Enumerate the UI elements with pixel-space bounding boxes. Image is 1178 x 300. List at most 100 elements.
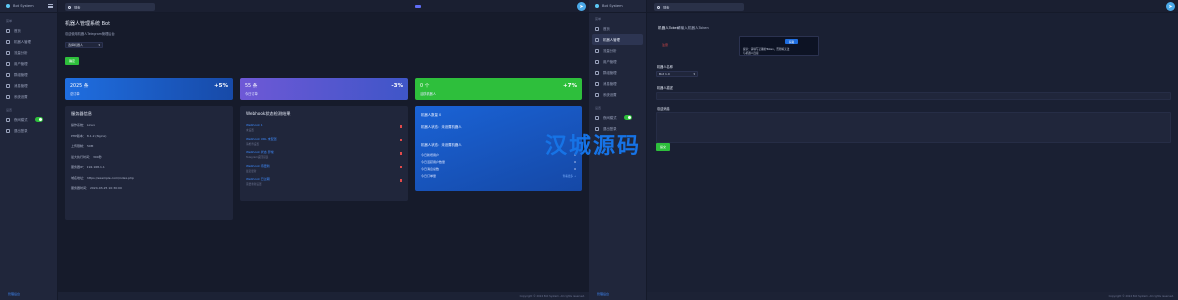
list-item[interactable]: Webhook 待更新 最近更新 <box>246 164 402 178</box>
home-icon <box>595 26 599 31</box>
brand-name: Bot System <box>602 4 623 8</box>
info-row: PHP版本： 8.1.2 (Nginx) <box>71 133 107 138</box>
page-subtitle: 欢迎使用机器人Telegram管理后台 <box>65 32 115 36</box>
telegram-icon[interactable]: ➤ <box>577 2 586 11</box>
stat-card-bots: 0 个 活跃机器人 +7% <box>415 78 582 100</box>
sidebar-item-messages[interactable]: 消息管理 <box>0 80 57 91</box>
sidebar-item-settings[interactable]: 系统设置 <box>589 89 646 100</box>
sidebar-item-bots[interactable]: 机器人管理 <box>0 36 57 47</box>
notification-badge[interactable] <box>415 5 421 8</box>
footer-copyright: Copyright © 2024 Bot System. All rights … <box>1108 295 1174 298</box>
info-row: 域名地址： https://example.com/index.php <box>71 175 134 180</box>
main-content: 机器人Token 请输入机器人Token 注意 获取 提示：请填写正确的Toke… <box>647 13 1178 292</box>
brand[interactable]: Bot System <box>589 0 646 13</box>
user-icon <box>595 59 599 64</box>
home-icon <box>6 28 10 33</box>
stat-card-orders: 2025 条 总订单 +5% <box>65 78 233 100</box>
dark-mode-toggle[interactable] <box>624 115 632 120</box>
menu-icon[interactable] <box>48 4 53 8</box>
chevron-down-icon: ▾ <box>693 72 695 76</box>
sidebar-item-messages[interactable]: 消息管理 <box>589 78 646 89</box>
fetch-button[interactable]: 获取 <box>785 39 799 44</box>
sidebar-item-home[interactable]: 首页 <box>589 23 646 34</box>
webhook-card: Webhook状态检测结果 Webhook 1 未设置 Webhook URL 未… <box>240 106 408 201</box>
brand-name: Bot System <box>13 4 34 8</box>
bot-icon <box>595 37 599 42</box>
sidebar-item-traffic[interactable]: 流量分析 <box>589 45 646 56</box>
error-icon <box>399 125 402 128</box>
sidebar-item-traffic[interactable]: 流量分析 <box>0 47 57 58</box>
search-box[interactable] <box>65 3 155 11</box>
description-input[interactable] <box>656 92 1171 100</box>
footer-copyright: Copyright © 2024 Bot System. All rights … <box>519 295 585 298</box>
moon-icon <box>6 117 10 122</box>
token-input-value[interactable]: 请输入机器人Token <box>677 26 709 31</box>
page-title: 机器人管理系统 Bot <box>65 21 111 27</box>
sidebar-footer-link[interactable]: 管理后台 <box>597 292 609 296</box>
sidebar-item-groups[interactable]: 群组管理 <box>589 67 646 78</box>
name-select[interactable]: Bot 1.0 ▾ <box>656 71 698 77</box>
tooltip: 获取 提示：请填写正确的Token，否则将无法 与机器人连接 <box>739 36 819 56</box>
error-icon <box>399 179 402 182</box>
logo-icon <box>6 4 10 8</box>
chart-icon <box>6 50 10 55</box>
stat-row: 今日消息总数 0 <box>421 166 576 171</box>
moon-icon <box>595 115 599 120</box>
main-content: 机器人管理系统 Bot 欢迎使用机器人Telegram管理后台 选择机器人 ▾ 确… <box>58 13 589 292</box>
name-label: 机器人名称 <box>657 65 673 69</box>
sidebar-footer-link[interactable]: 管理后台 <box>8 292 20 296</box>
sidebar: Bot System 菜单 首页 机器人管理 流量分析 用户管理 群组管理 消息… <box>0 0 58 300</box>
error-icon <box>399 165 402 168</box>
dark-mode-toggle[interactable] <box>35 117 43 122</box>
sidebar-item-settings[interactable]: 系统设置 <box>0 91 57 102</box>
info-row: 服务器时间： 2024-03-25 10:30:00 <box>71 186 122 190</box>
sidebar-section-title: 菜单 <box>595 17 602 21</box>
info-row: 服务器IP： 192.168.1.1 <box>71 165 105 169</box>
error-icon <box>399 152 402 155</box>
info-row: 最大执行时间： 300秒 <box>71 154 102 159</box>
view-more-link[interactable]: 查看更多 → <box>563 174 576 178</box>
sidebar-section-title: 菜单 <box>6 19 13 23</box>
search-icon <box>68 5 71 9</box>
error-icon <box>399 138 402 141</box>
sidebar-item-users[interactable]: 用户管理 <box>589 56 646 67</box>
list-item[interactable]: Webhook URL 未配置 请检查设置 <box>246 137 402 151</box>
sidebar-item-groups[interactable]: 群组管理 <box>0 69 57 80</box>
list-item[interactable]: Webhook 1 未设置 <box>246 123 402 137</box>
list-item[interactable]: Webhook 状态 异常 Telegram返回错误 <box>246 150 402 164</box>
chevron-down-icon: ▾ <box>98 43 100 47</box>
search-input[interactable] <box>663 5 733 9</box>
topbar: ➤ <box>58 0 589 13</box>
sidebar-item-logout[interactable]: 退出登录 <box>0 125 57 136</box>
sidebar-item-dark-mode[interactable]: 夜间模式 <box>0 114 57 125</box>
sidebar-item-home[interactable]: 首页 <box>0 25 57 36</box>
right-panel: Bot System 菜单 首页 机器人管理 流量分析 用户管理 群组管理 消息… <box>589 0 1178 300</box>
telegram-icon[interactable]: ➤ <box>1166 2 1175 11</box>
warning-text: 注意 <box>662 43 669 47</box>
stat-card-today: 55 条 今日订单 -3% <box>240 78 408 100</box>
welcome-textarea[interactable] <box>656 112 1171 143</box>
sidebar-section-title: 设置 <box>595 106 602 110</box>
search-box[interactable] <box>654 3 744 11</box>
confirm-button[interactable]: 确定 <box>65 57 80 65</box>
logout-icon <box>6 128 10 133</box>
list-item[interactable]: Webhook 已过期 需要重新设置 <box>246 177 402 191</box>
server-info-card: 服务器信息 操作系统： Linux PHP版本： 8.1.2 (Nginx) 上… <box>65 106 233 220</box>
submit-button[interactable]: 提交 <box>656 143 671 151</box>
info-row: 操作系统： Linux <box>71 123 96 127</box>
welcome-label: 欢迎消息 <box>657 107 670 111</box>
watermark: 汉城源码 <box>545 134 642 159</box>
sidebar-item-dark-mode[interactable]: 夜间模式 <box>589 112 646 123</box>
left-panel: Bot System 菜单 首页 机器人管理 流量分析 用户管理 群组管理 消息… <box>0 0 589 300</box>
search-input[interactable] <box>74 5 144 9</box>
topbar: ➤ <box>647 0 1178 13</box>
sidebar-item-users[interactable]: 用户管理 <box>0 58 57 69</box>
info-row: 上传限制： 50M <box>71 144 94 148</box>
bot-icon <box>6 39 10 44</box>
gear-icon <box>6 94 10 99</box>
sidebar-item-bots[interactable]: 机器人管理 <box>592 34 643 45</box>
bot-select[interactable]: 选择机器人 ▾ <box>65 42 103 48</box>
user-icon <box>6 61 10 66</box>
message-icon <box>6 83 10 88</box>
chart-icon <box>595 48 599 53</box>
